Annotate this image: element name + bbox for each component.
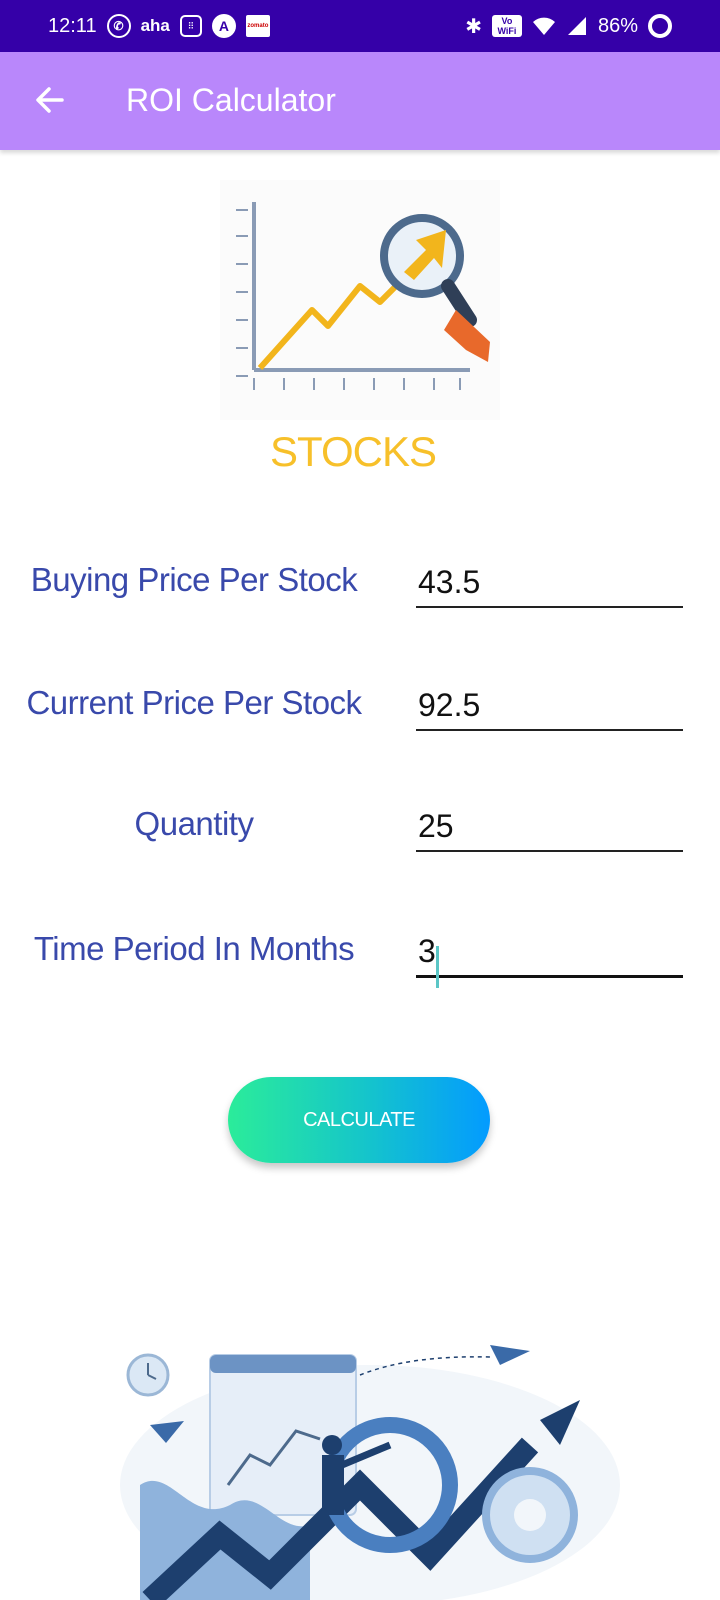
battery-percent: 86% — [597, 14, 638, 37]
a-app-icon: A — [211, 14, 236, 38]
business-growth-illustration — [120, 1345, 620, 1600]
quantity-input[interactable] — [416, 802, 683, 852]
calculator-icon: ⠿ — [179, 15, 202, 37]
quantity-label: Quantity — [134, 805, 254, 842]
zomato-icon: zomato — [245, 15, 270, 37]
app-title: ROI Calculator — [126, 82, 336, 118]
whatsapp-icon: ✆ — [106, 14, 131, 38]
buying-price-input[interactable] — [416, 558, 683, 608]
status-time: 12:11 — [48, 14, 97, 37]
buying-price-label: Buying Price Per Stock — [30, 561, 358, 598]
vowifi-top-label: Vo — [501, 16, 513, 26]
current-price-input[interactable] — [416, 681, 683, 731]
time-period-input[interactable] — [416, 928, 683, 978]
vowifi-bottom-label: WiFi — [497, 26, 517, 36]
wifi-icon — [532, 16, 556, 36]
vowifi-icon: Vo WiFi — [491, 15, 522, 37]
back-button[interactable] — [30, 80, 70, 120]
calculate-button[interactable]: CALCULATE — [228, 1077, 490, 1163]
stocks-title: STOCKS — [270, 428, 437, 475]
status-bar-left: 12:11 ✆ aha ⠿ A zomato — [48, 0, 270, 52]
arrow-left-icon — [36, 87, 64, 113]
battery-icon — [648, 14, 672, 38]
text-cursor — [436, 946, 439, 988]
aha-icon: aha — [140, 16, 170, 35]
bluetooth-icon: ✱ — [465, 15, 482, 38]
signal-icon — [566, 16, 588, 36]
stock-chart-illustration — [220, 180, 500, 420]
time-period-label: Time Period In Months — [33, 930, 355, 967]
app-bar: ROI Calculator — [0, 52, 720, 150]
status-bar-right: ✱ Vo WiFi 86% — [465, 0, 672, 52]
current-price-label: Current Price Per Stock — [26, 684, 362, 721]
status-bar: 12:11 ✆ aha ⠿ A zomato ✱ Vo WiFi 86% — [0, 0, 720, 52]
